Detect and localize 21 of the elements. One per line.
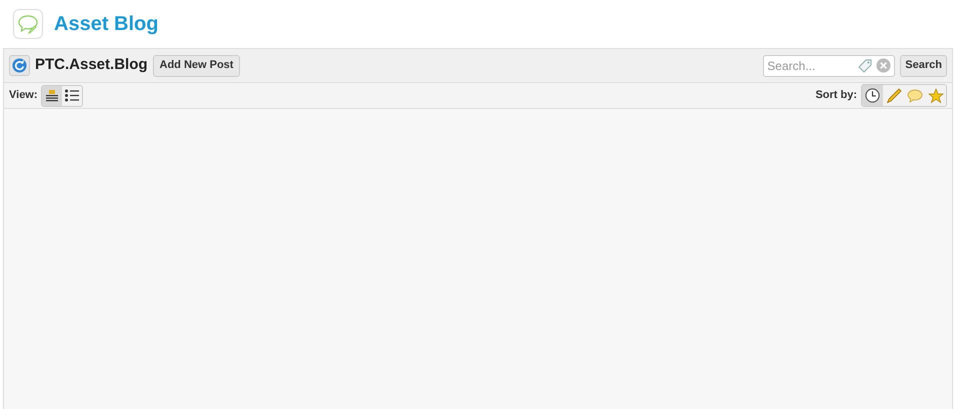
blog-name: PTC.Asset.Blog xyxy=(35,55,148,76)
tag-icon xyxy=(857,58,874,74)
list-icon xyxy=(64,89,79,102)
speech-bubble-icon xyxy=(906,88,922,102)
star-icon xyxy=(928,88,944,104)
blog-logo-icon xyxy=(13,9,43,39)
sort-label: Sort by: xyxy=(815,88,857,104)
refresh-button[interactable] xyxy=(9,55,30,76)
clock-icon xyxy=(865,88,880,103)
page-title: Asset Blog xyxy=(54,12,158,37)
add-new-post-button[interactable]: Add New Post xyxy=(152,54,240,76)
refresh-icon xyxy=(12,58,27,73)
view-toggle[interactable] xyxy=(42,86,62,106)
search-input[interactable]: Search... xyxy=(767,56,858,74)
article-icon xyxy=(46,90,58,102)
sort-toggle[interactable] xyxy=(925,85,946,106)
search-field[interactable]: Search... xyxy=(763,54,896,76)
sort-toggle[interactable] xyxy=(862,85,883,106)
view-label: View: xyxy=(9,88,38,104)
search-button[interactable]: Search xyxy=(900,54,947,76)
pencil-icon xyxy=(886,88,902,104)
